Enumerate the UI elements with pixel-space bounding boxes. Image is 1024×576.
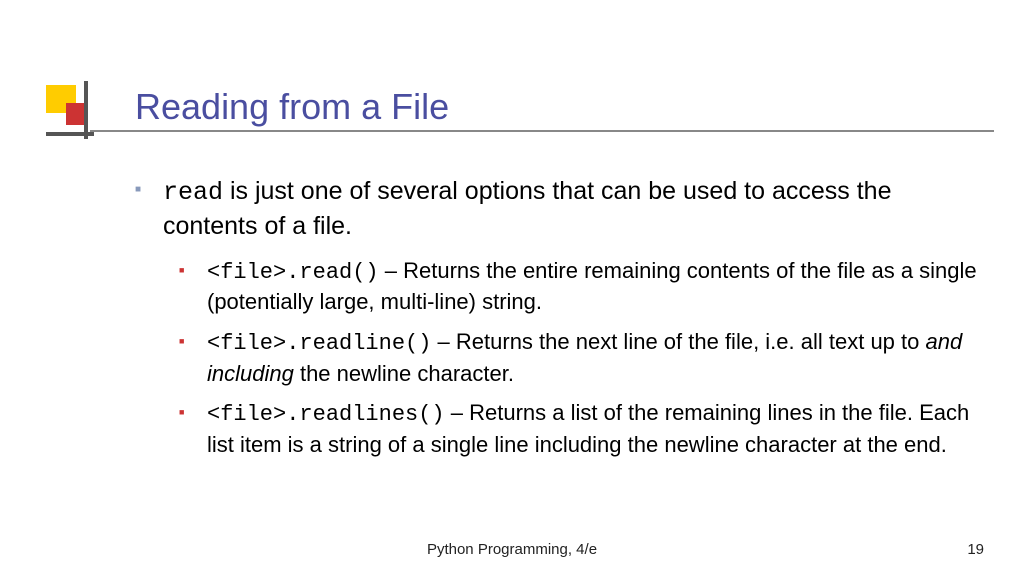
sub-bullet-readlines: <file>.readlines() – Returns a list of t… [179, 398, 984, 459]
footer-book-title: Python Programming, 4/e [0, 541, 1024, 558]
sub2-text-b: the newline character. [294, 361, 514, 386]
footer-page-number: 19 [967, 541, 984, 558]
logo-decoration [46, 85, 96, 135]
main-bullet: read is just one of several options that… [135, 175, 984, 244]
sub-bullet-read: <file>.read() – Returns the entire remai… [179, 256, 984, 317]
code-file-read: <file>.read() [207, 260, 379, 285]
code-file-readlines: <file>.readlines() [207, 402, 445, 427]
title-underline [90, 130, 994, 132]
code-file-readline: <file>.readline() [207, 331, 431, 356]
sub-bullet-readline: <file>.readline() – Returns the next lin… [179, 327, 984, 388]
code-read: read [163, 178, 223, 207]
bullet-text: is just one of several options that can … [163, 177, 891, 240]
sub2-text-a: – Returns the next line of the file, i.e… [431, 329, 925, 354]
slide-title: Reading from a File [135, 86, 449, 128]
slide-content: read is just one of several options that… [135, 175, 984, 470]
